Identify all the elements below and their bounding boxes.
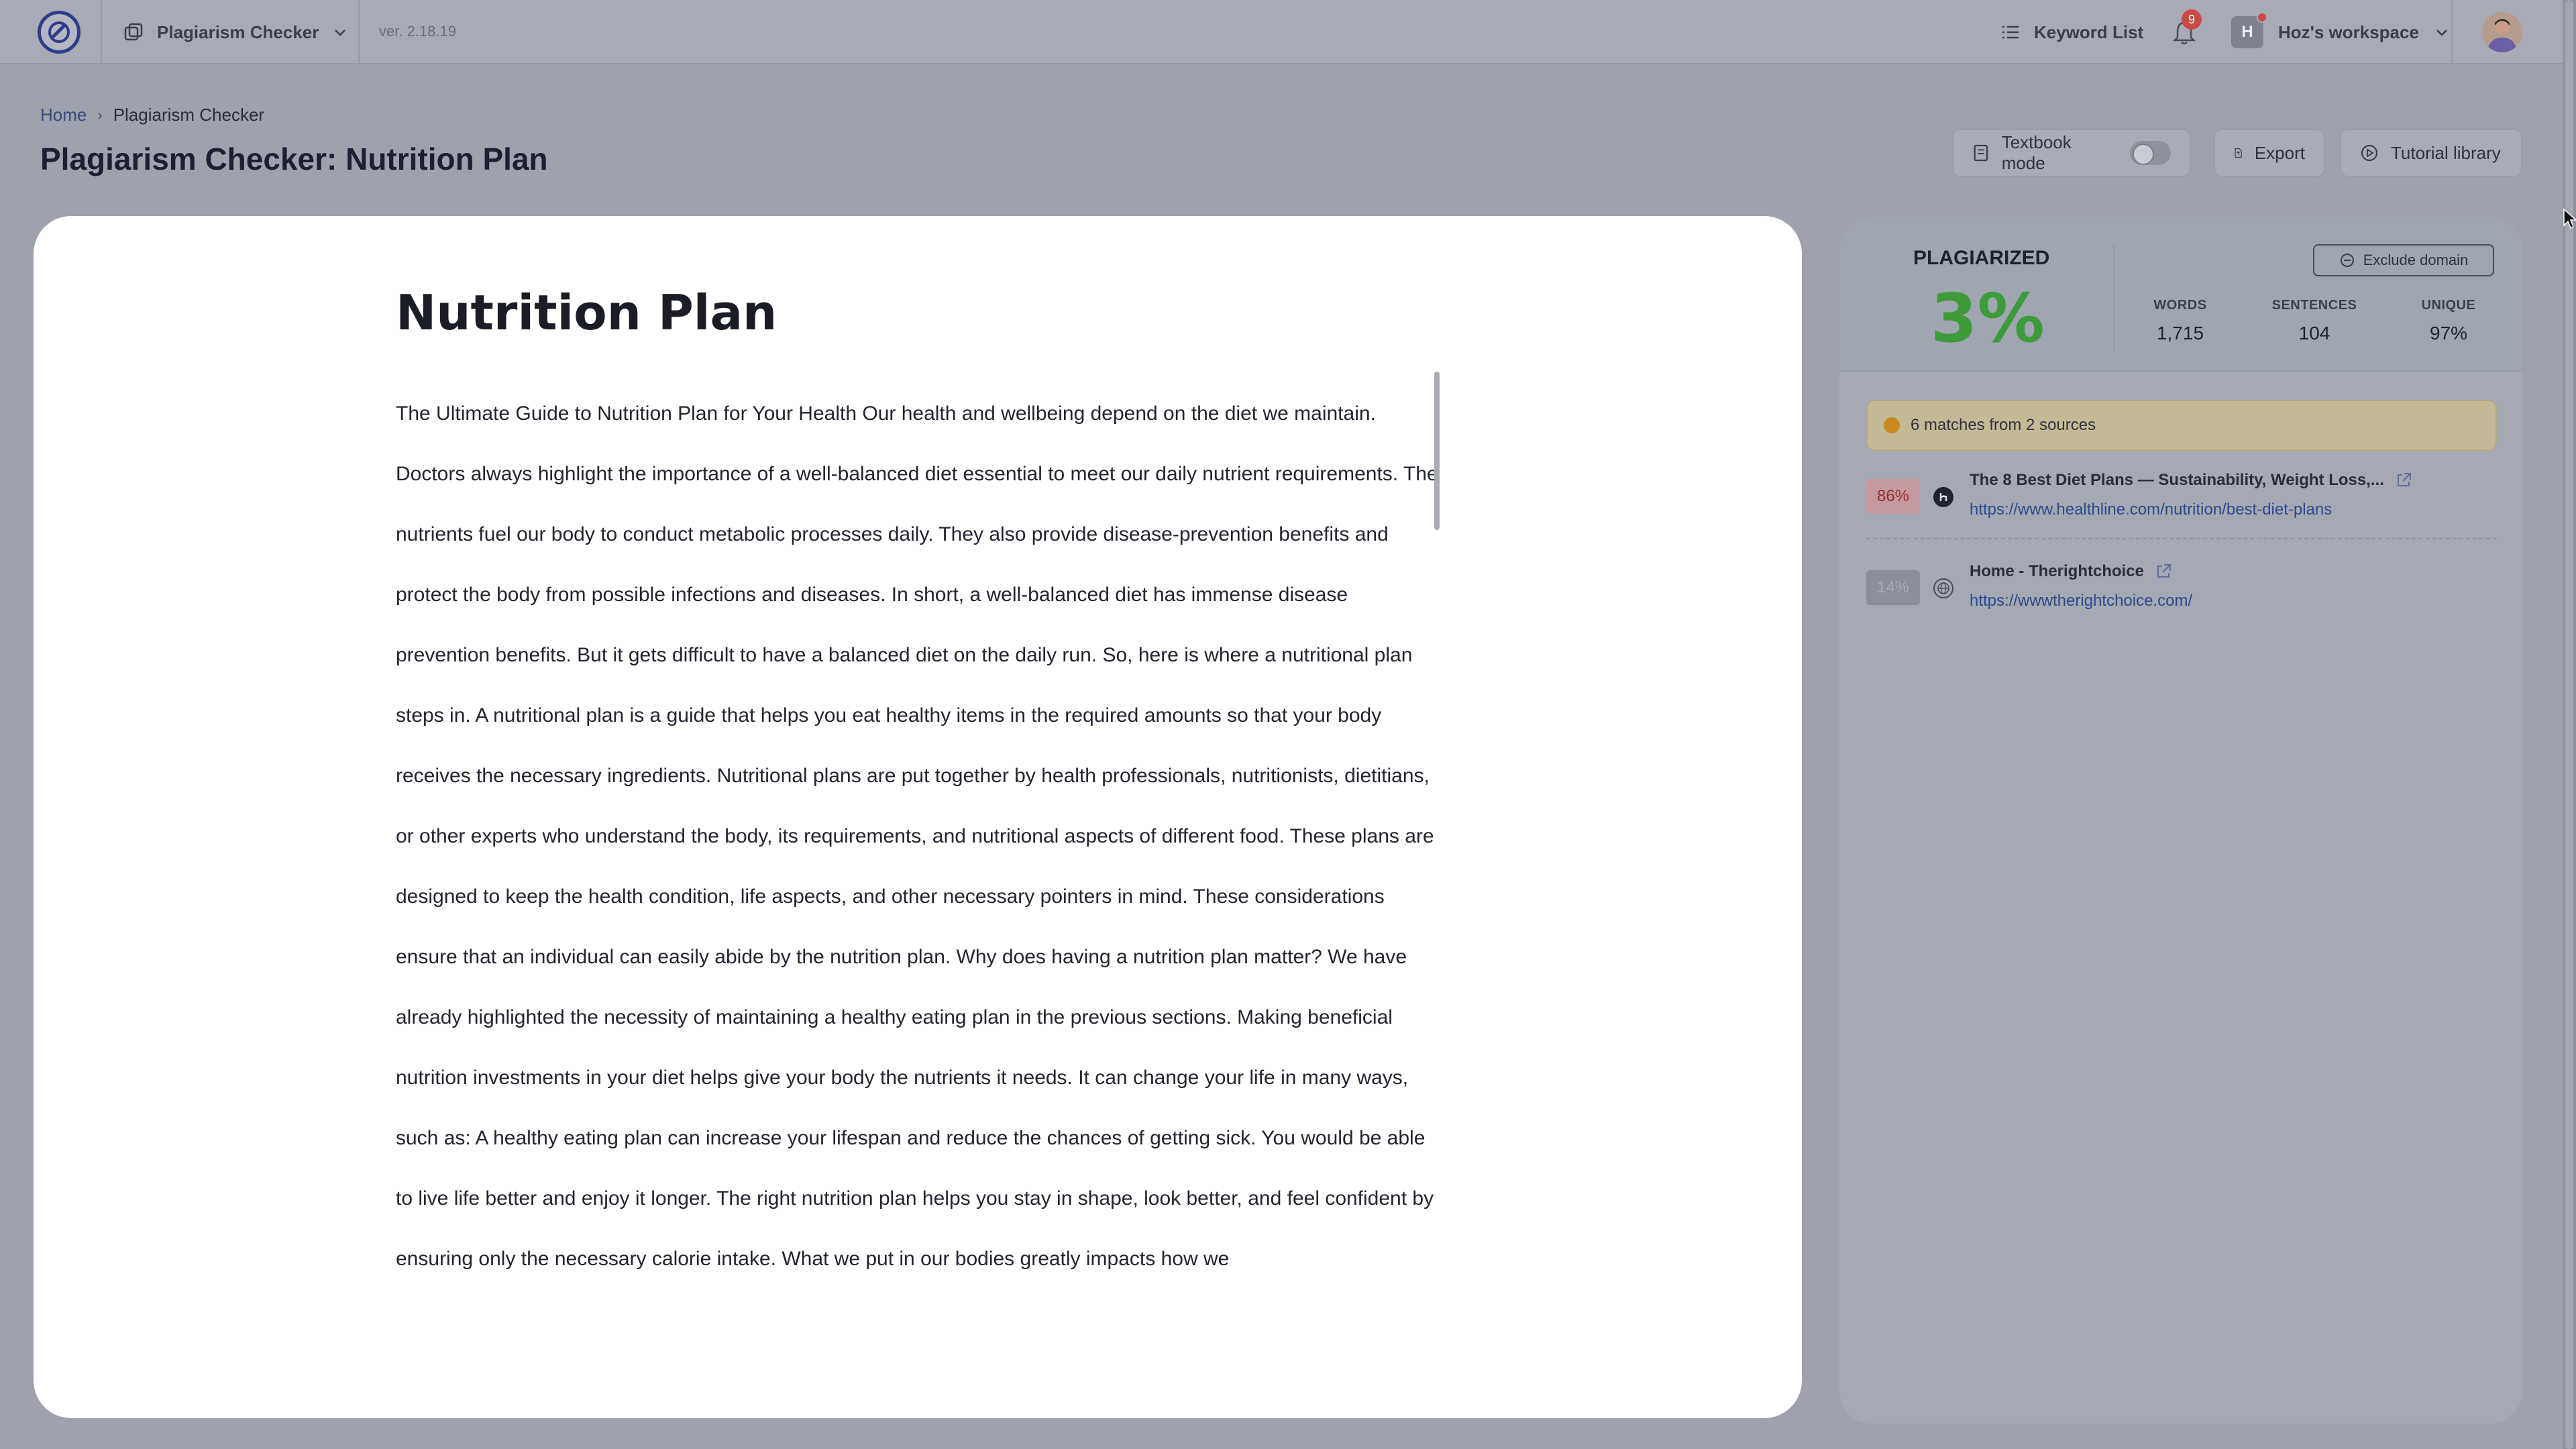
- breadcrumb-separator-icon: ›: [97, 106, 103, 123]
- stat-unique: UNIQUE 97%: [2388, 298, 2509, 344]
- source-url[interactable]: https://www.healthline.com/nutrition/bes…: [1970, 500, 2332, 519]
- workspace-avatar: H: [2231, 12, 2267, 48]
- stats-divider: [2113, 244, 2114, 352]
- source-match-percent: 86%: [1866, 479, 1920, 514]
- source-title[interactable]: Home - Therightchoice: [1970, 562, 2172, 581]
- breadcrumb: Home › Plagiarism Checker: [40, 105, 264, 125]
- tool-switcher-label: Plagiarism Checker: [157, 21, 319, 42]
- warning-dot-icon: [1884, 417, 1900, 433]
- stat-value: 97%: [2429, 323, 2468, 343]
- breadcrumb-current: Plagiarism Checker: [113, 105, 265, 125]
- list-icon: [2002, 25, 2019, 39]
- external-link-icon[interactable]: [2155, 563, 2172, 580]
- tutorial-library-button[interactable]: Tutorial library: [2340, 129, 2522, 177]
- workspace-status-dot: [2257, 12, 2267, 23]
- page-title-document: Nutrition Plan: [345, 142, 548, 176]
- textbook-mode-label: Textbook mode: [2001, 132, 2072, 173]
- stat-value: 1,715: [2156, 323, 2204, 343]
- export-button[interactable]: Export: [2214, 129, 2325, 177]
- h-letter-icon: [1939, 493, 1947, 501]
- topbar-divider: [101, 0, 102, 64]
- keyword-list-button[interactable]: Keyword List: [2000, 0, 2143, 64]
- workspace-switcher[interactable]: H Hoz's workspace: [2231, 0, 2450, 64]
- globe-icon: [1933, 578, 1953, 598]
- globe-lines-icon: [1937, 582, 1949, 594]
- exclude-domain-button[interactable]: Exclude domain: [2313, 244, 2494, 276]
- stat-label: WORDS: [2153, 298, 2207, 313]
- source-title-text: Home - Therightchoice: [1970, 562, 2145, 580]
- top-bar: Plagiarism Checker ver. 2.18.19 Keyword …: [0, 0, 2563, 64]
- breadcrumb-home-link[interactable]: Home: [40, 105, 87, 125]
- notification-badge: 9: [2182, 9, 2202, 30]
- stat-label: UNIQUE: [2421, 298, 2476, 313]
- export-file-icon: [2235, 148, 2242, 158]
- mouse-cursor-icon: [2563, 208, 2576, 229]
- source-title-text: The 8 Best Diet Plans — Sustainability, …: [1970, 471, 2384, 489]
- plagiarism-report-panel: PLAGIARIZED 3% Exclude domain WORDS 1,71…: [1839, 217, 2522, 1424]
- tutorial-library-label: Tutorial library: [2391, 142, 2501, 163]
- tool-switcher[interactable]: Plagiarism Checker: [123, 0, 348, 64]
- sources-divider: [1866, 538, 2497, 539]
- textbook-mode-toggle[interactable]: [2130, 141, 2171, 165]
- exclude-domain-label: Exclude domain: [2363, 252, 2469, 268]
- chevron-down-icon: [335, 30, 346, 36]
- document-body[interactable]: The Ultimate Guide to Nutrition Plan for…: [396, 384, 1442, 1289]
- chevron-down-icon: [2436, 30, 2447, 36]
- stat-sentences: SENTENCES 104: [2254, 298, 2375, 344]
- document-title[interactable]: Nutrition Plan: [396, 284, 777, 341]
- user-avatar[interactable]: [2482, 12, 2522, 52]
- healthline-favicon-icon: [1933, 487, 1953, 507]
- page-title: Plagiarism Checker: Nutrition Plan: [40, 141, 548, 177]
- keyword-list-label: Keyword List: [2034, 21, 2144, 42]
- app-logo[interactable]: [38, 11, 80, 54]
- user-portrait-icon: [2482, 12, 2522, 52]
- source-item[interactable]: 14% Home - Therightchoice https://wwwthe…: [1866, 558, 2497, 632]
- export-label: Export: [2254, 142, 2305, 163]
- source-match-percent: 14%: [1866, 570, 1920, 605]
- report-summary: PLAGIARIZED 3% Exclude domain WORDS 1,71…: [1839, 217, 2522, 372]
- textbook-mode-control[interactable]: Textbook mode: [1952, 129, 2191, 177]
- minus-circle-icon: [2340, 254, 2354, 267]
- topbar-divider: [2451, 0, 2453, 64]
- source-url[interactable]: https://wwwtherightchoice.com/: [1970, 592, 2192, 610]
- matches-summary: 6 matches from 2 sources: [1866, 400, 2497, 451]
- logo-icon: [48, 21, 70, 43]
- plagiarized-label: PLAGIARIZED: [1913, 247, 2050, 269]
- book-icon: [1974, 144, 1988, 162]
- version-label: ver. 2.18.19: [379, 23, 456, 40]
- stat-label: SENTENCES: [2271, 298, 2357, 313]
- play-circle-icon: [2361, 144, 2378, 162]
- plagiarized-percentage: 3%: [1931, 279, 2045, 358]
- document-scrollbar[interactable]: [1434, 372, 1440, 530]
- document-editor[interactable]: Nutrition Plan The Ultimate Guide to Nut…: [34, 216, 1802, 1418]
- source-title[interactable]: The 8 Best Diet Plans — Sustainability, …: [1970, 471, 2412, 490]
- tool-icon: [124, 23, 143, 41]
- topbar-divider: [358, 0, 360, 64]
- workspace-initial: H: [2241, 23, 2253, 41]
- page-title-tool: Plagiarism Checker:: [40, 142, 337, 176]
- stat-words: WORDS 1,715: [2120, 298, 2241, 344]
- source-item[interactable]: 86% The 8 Best Diet Plans — Sustainabili…: [1866, 467, 2497, 541]
- external-link-icon[interactable]: [2395, 472, 2412, 489]
- matches-summary-text: 6 matches from 2 sources: [1911, 416, 2096, 434]
- workspace-name: Hoz's workspace: [2278, 21, 2419, 42]
- stat-value: 104: [2298, 323, 2330, 343]
